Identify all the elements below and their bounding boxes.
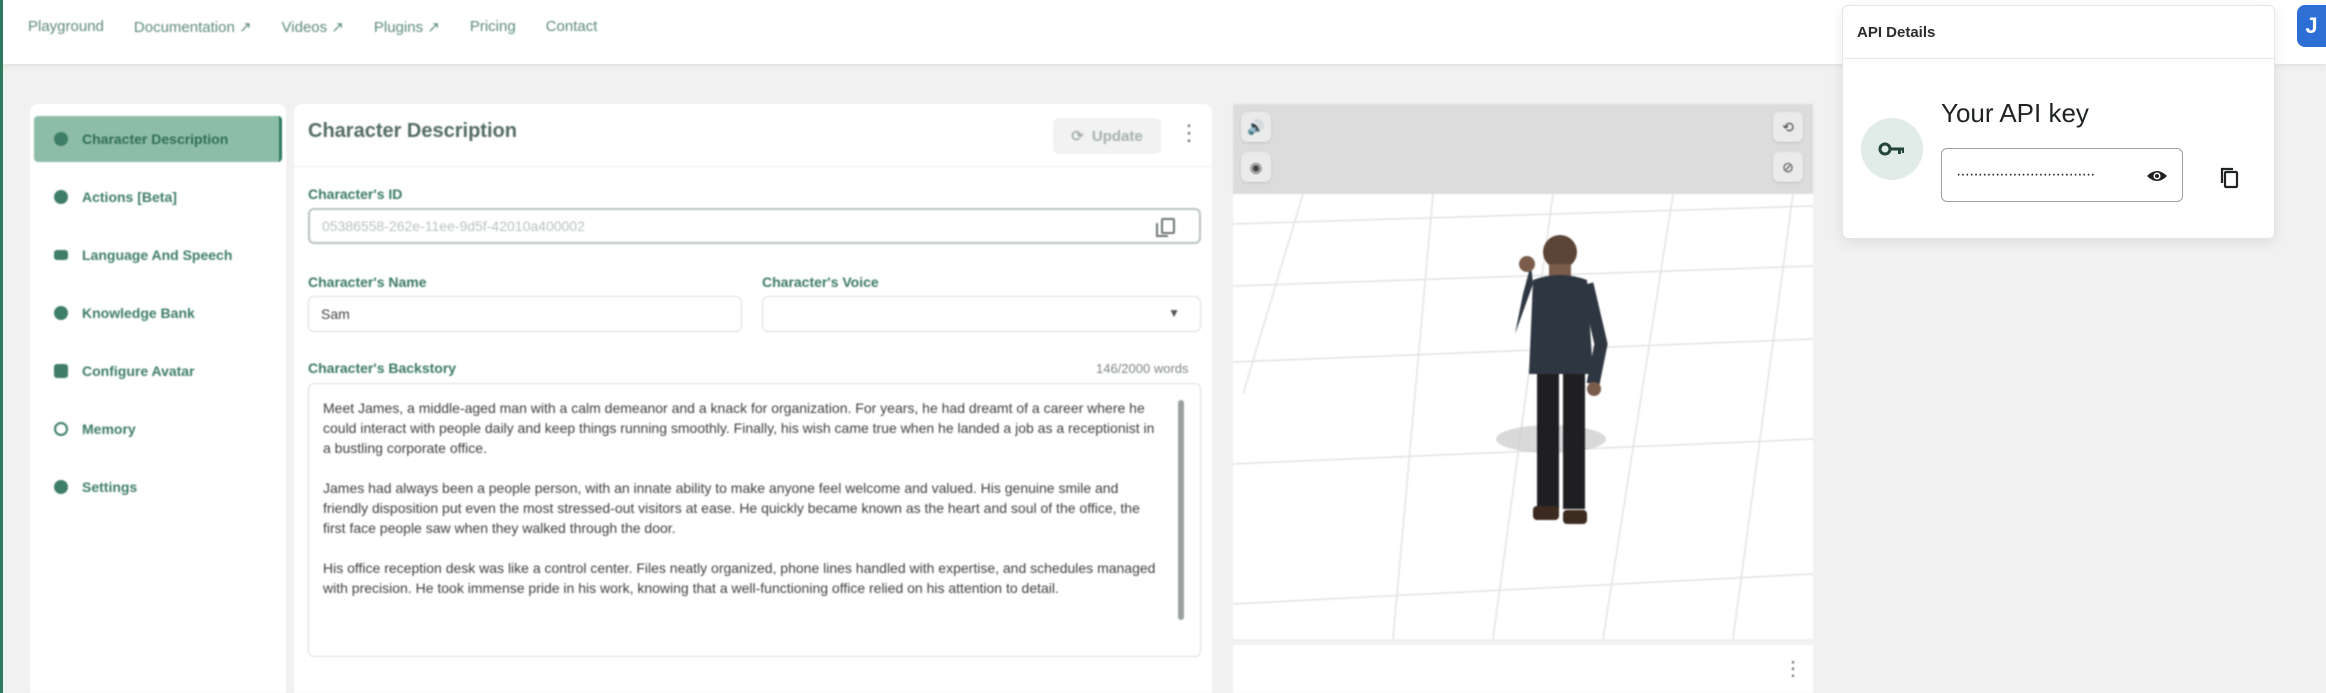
character-voice-select[interactable]: ▼	[762, 296, 1201, 332]
character-description-panel: Character Description ⟳ Update ⋮ Charact…	[294, 104, 1212, 693]
backstory-label: Character's Backstory	[308, 360, 457, 376]
character-id-field[interactable]: 05386558-262e-11ee-9d5f-42010a400002	[308, 208, 1201, 244]
gear-icon	[54, 480, 68, 494]
viewer-mute-button[interactable]: ⊘	[1773, 152, 1803, 182]
character-name-value: Sam	[321, 306, 350, 322]
eye-icon: ◉	[1249, 158, 1263, 175]
show-key-eye-icon[interactable]	[2146, 168, 2168, 189]
nav-videos[interactable]: Videos ↗	[282, 18, 344, 36]
nav-documentation[interactable]: Documentation ↗	[134, 18, 252, 36]
character-name-label: Character's Name	[308, 274, 427, 290]
viewer-more-options-icon[interactable]: ⋮	[1783, 659, 1803, 679]
api-key-field[interactable]: ································	[1941, 148, 2183, 202]
viewer-backdrop	[1233, 104, 1813, 194]
copy-id-icon[interactable]	[1156, 218, 1175, 237]
viewer-footer: ⋮	[1233, 645, 1813, 693]
nav-pricing[interactable]: Pricing	[470, 18, 516, 36]
nav-plugins[interactable]: Plugins ↗	[374, 18, 440, 36]
settings-sidebar: Character Description Actions [Beta] Lan…	[30, 104, 286, 693]
top-nav-links: Playground Documentation ↗ Videos ↗ Plug…	[28, 18, 597, 36]
volume-toggle-button[interactable]: 🔊	[1241, 112, 1271, 142]
keyboard-icon	[54, 250, 68, 260]
nav-playground[interactable]: Playground	[28, 18, 104, 36]
history-icon	[54, 422, 68, 436]
sidebar-item-character-description[interactable]: Character Description	[34, 116, 282, 162]
sidebar-item-label: Knowledge Bank	[82, 305, 195, 321]
backstory-scrollbar[interactable]	[1178, 400, 1184, 620]
speaker-icon: 🔊	[1247, 118, 1265, 135]
api-details-popover: API Details Your API key ···············…	[1842, 5, 2275, 239]
character-name-field[interactable]: Sam	[308, 296, 742, 332]
run-icon	[54, 190, 68, 204]
copy-api-key-icon[interactable]	[2219, 167, 2239, 194]
left-accent-edge	[0, 0, 3, 693]
character-id-value: 05386558-262e-11ee-9d5f-42010a400002	[322, 218, 585, 234]
word-count: 146/2000 words	[1096, 361, 1189, 376]
sidebar-item-label: Actions [Beta]	[82, 189, 177, 205]
refresh-icon: ⟳	[1071, 128, 1084, 145]
backstory-paragraph: James had always been a people person, w…	[323, 480, 1140, 536]
api-key-masked-value: ································	[1956, 166, 2095, 183]
sidebar-item-label: Character Description	[82, 131, 229, 147]
avatar-icon	[54, 364, 68, 378]
update-button-label: Update	[1091, 127, 1143, 145]
user-avatar-button[interactable]: J	[2297, 5, 2326, 47]
avatar-3d-viewer[interactable]: 🔊 ◉ ⟲ ⊘	[1233, 104, 1813, 639]
panel-title: Character Description	[308, 120, 517, 142]
sidebar-item-configure-avatar[interactable]: Configure Avatar	[34, 348, 282, 394]
person-icon	[54, 132, 68, 146]
sidebar-item-label: Language And Speech	[82, 247, 233, 263]
sidebar-item-actions[interactable]: Actions [Beta]	[34, 174, 282, 220]
key-icon	[1861, 118, 1923, 180]
panel-divider	[294, 166, 1212, 167]
sidebar-item-label: Memory	[82, 421, 136, 437]
backstory-textarea[interactable]: Meet James, a middle-aged man with a cal…	[308, 383, 1201, 657]
panel-more-options-icon[interactable]: ⋮	[1178, 122, 1200, 144]
sidebar-item-knowledge-bank[interactable]: Knowledge Bank	[34, 290, 282, 336]
character-avatar-figure	[1515, 235, 1608, 524]
backstory-paragraph: Meet James, a middle-aged man with a cal…	[323, 400, 1155, 456]
sidebar-item-settings[interactable]: Settings	[34, 464, 282, 510]
viewer-settings-button[interactable]: ⟲	[1773, 112, 1803, 142]
backstory-paragraph: His office reception desk was like a con…	[323, 560, 1156, 596]
api-details-header: API Details	[1843, 6, 2274, 59]
sidebar-item-language-speech[interactable]: Language And Speech	[34, 232, 282, 278]
update-button[interactable]: ⟳ Update	[1053, 118, 1161, 154]
visibility-toggle-button[interactable]: ◉	[1241, 152, 1271, 182]
disabled-icon: ⊘	[1782, 158, 1794, 175]
sidebar-item-label: Configure Avatar	[82, 363, 195, 379]
bulb-icon	[54, 306, 68, 320]
sidebar-item-label: Settings	[82, 479, 138, 495]
character-voice-label: Character's Voice	[762, 274, 879, 290]
nav-contact[interactable]: Contact	[546, 18, 598, 36]
sidebar-item-memory[interactable]: Memory	[34, 406, 282, 452]
character-id-label: Character's ID	[308, 186, 403, 202]
chevron-down-icon: ▼	[1168, 306, 1180, 320]
api-key-title: Your API key	[1941, 98, 2089, 128]
rotate-icon: ⟲	[1782, 118, 1794, 135]
